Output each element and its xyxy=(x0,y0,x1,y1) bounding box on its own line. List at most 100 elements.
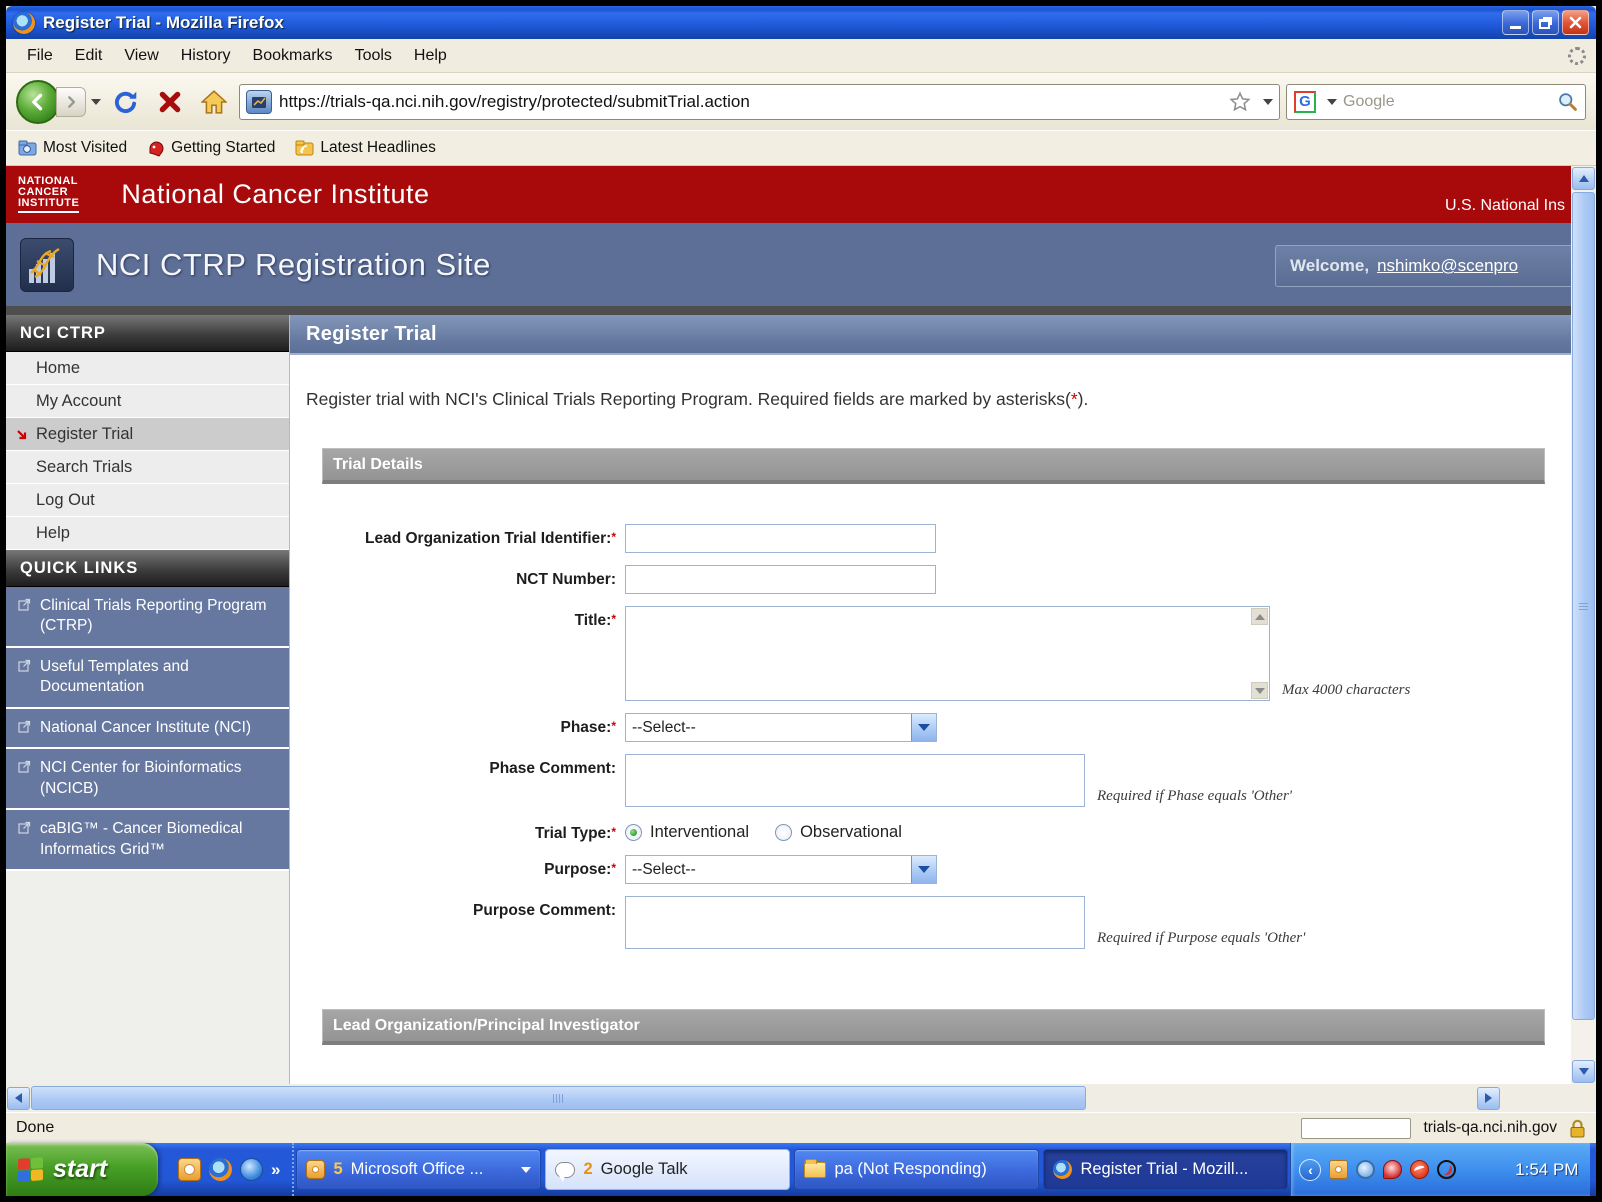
bookmark-latest-headlines[interactable]: Latest Headlines xyxy=(295,139,436,157)
vertical-scroll-thumb[interactable] xyxy=(1572,192,1595,1020)
phase-comment-field[interactable] xyxy=(625,754,1085,807)
ssl-padlock-icon xyxy=(1570,1119,1585,1137)
start-button[interactable]: start xyxy=(6,1143,158,1196)
purpose-select[interactable]: --Select-- xyxy=(625,855,937,884)
quicklaunch-overflow-chevron[interactable]: » xyxy=(271,1160,280,1180)
horizontal-scrollbar[interactable] xyxy=(6,1084,1596,1112)
back-button[interactable] xyxy=(16,79,60,124)
home-button[interactable] xyxy=(195,83,233,121)
welcome-user-link[interactable]: nshimko@scenpro xyxy=(1377,256,1518,276)
sidebar-item-register-trial[interactable]: Register Trial xyxy=(6,418,289,451)
phase-select-arrow-icon[interactable] xyxy=(911,714,936,741)
sidebar: NCI CTRP Home My Account Register Trial … xyxy=(6,315,290,1084)
throbber-icon xyxy=(1568,46,1586,65)
stop-button[interactable] xyxy=(151,83,189,121)
tray-talk-icon[interactable] xyxy=(1383,1160,1403,1179)
nct-number-field[interactable] xyxy=(625,565,936,594)
outlook-icon xyxy=(306,1160,326,1179)
quick-link-ncicb[interactable]: NCI Center for Bioinformatics (NCICB) xyxy=(6,749,289,811)
quick-link-ctrp[interactable]: Clinical Trials Reporting Program (CTRP) xyxy=(6,587,289,648)
taskbar-button-google-talk[interactable]: 2 Google Talk xyxy=(545,1149,791,1190)
search-engine-dropdown-icon[interactable] xyxy=(1327,98,1337,105)
taskbar-button-register-trial[interactable]: Register Trial - Mozill... xyxy=(1043,1149,1289,1190)
scroll-right-icon[interactable] xyxy=(1477,1086,1500,1110)
minimize-button[interactable] xyxy=(1502,10,1529,35)
sidebar-item-home[interactable]: Home xyxy=(6,352,289,385)
close-button[interactable] xyxy=(1562,10,1589,35)
system-tray: ‹ 1:54 PM xyxy=(1290,1143,1591,1196)
search-magnifier-icon[interactable] xyxy=(1557,91,1578,112)
purpose-select-arrow-icon[interactable] xyxy=(911,856,936,883)
menu-edit[interactable]: Edit xyxy=(64,43,114,69)
bookmark-star-icon[interactable] xyxy=(1229,90,1251,113)
trial-type-observational-radio[interactable] xyxy=(775,824,793,841)
scroll-up-icon[interactable] xyxy=(1572,167,1595,190)
taskbar-button-pa-folder[interactable]: pa (Not Responding) xyxy=(794,1149,1040,1190)
menu-tools[interactable]: Tools xyxy=(344,43,403,69)
search-bar[interactable]: G xyxy=(1286,83,1586,120)
forward-button[interactable] xyxy=(56,86,86,117)
restore-button[interactable] xyxy=(1532,10,1559,35)
sidebar-item-help[interactable]: Help xyxy=(6,517,289,550)
windows-flag-icon xyxy=(18,1156,44,1183)
textarea-scroll-up-icon[interactable] xyxy=(1251,608,1268,625)
tray-magnifier-icon[interactable] xyxy=(1356,1160,1376,1179)
horizontal-scroll-thumb[interactable] xyxy=(31,1086,1086,1110)
phase-label: Phase:* xyxy=(560,719,616,736)
menu-view[interactable]: View xyxy=(113,43,169,69)
phase-comment-label: Phase Comment: xyxy=(489,760,616,777)
site-title: NCI CTRP Registration Site xyxy=(96,246,491,282)
scroll-down-icon[interactable] xyxy=(1572,1060,1595,1083)
scroll-left-icon[interactable] xyxy=(7,1086,30,1110)
bookmark-getting-started[interactable]: Getting Started xyxy=(147,139,275,157)
sidebar-item-search-trials[interactable]: Search Trials xyxy=(6,451,289,484)
tray-outlook-icon[interactable] xyxy=(1329,1160,1349,1179)
menu-history[interactable]: History xyxy=(170,43,242,69)
purpose-comment-field[interactable] xyxy=(625,896,1085,949)
site-banner: NCI CTRP Registration Site Welcome, nshi… xyxy=(6,223,1571,306)
lead-org-id-field[interactable] xyxy=(625,524,936,553)
textarea-scroll-down-icon[interactable] xyxy=(1251,682,1268,699)
reload-button[interactable] xyxy=(107,83,145,121)
quick-link-templates[interactable]: Useful Templates and Documentation xyxy=(6,647,289,709)
nci-header-title: National Cancer Institute xyxy=(121,179,430,209)
outlook-quicklaunch-icon[interactable] xyxy=(178,1158,201,1181)
menu-help[interactable]: Help xyxy=(403,43,458,69)
taskbar-button-office-group[interactable]: 5 Microsoft Office ... xyxy=(296,1149,542,1190)
quick-link-cabig[interactable]: caBIG™ - Cancer Biomedical Informatics G… xyxy=(6,810,289,872)
firefox-quicklaunch-icon[interactable] xyxy=(209,1158,232,1181)
horizontal-scroll-track[interactable] xyxy=(31,1086,1476,1110)
menu-file[interactable]: File xyxy=(16,43,64,69)
site-favicon-icon xyxy=(246,89,272,114)
external-link-icon xyxy=(18,821,31,834)
quick-link-nci[interactable]: National Cancer Institute (NCI) xyxy=(6,708,289,750)
messenger-quicklaunch-icon[interactable] xyxy=(240,1158,263,1181)
sidebar-item-log-out[interactable]: Log Out xyxy=(6,484,289,517)
bookmark-most-visited[interactable]: Most Visited xyxy=(18,139,127,157)
purpose-label: Purpose:* xyxy=(544,861,616,878)
tray-app-icon[interactable] xyxy=(1437,1160,1457,1179)
google-engine-icon[interactable]: G xyxy=(1294,90,1316,113)
welcome-label: Welcome, xyxy=(1290,256,1370,275)
menu-bookmarks[interactable]: Bookmarks xyxy=(242,43,344,69)
trial-type-interventional-radio[interactable] xyxy=(625,824,642,841)
forward-arrow-icon xyxy=(68,95,76,108)
window-titlebar: Register Trial - Mozilla Firefox xyxy=(6,6,1596,39)
phase-select[interactable]: --Select-- xyxy=(625,713,937,742)
section-lead-organization: Lead Organization/Principal Investigator xyxy=(322,1009,1545,1045)
tray-antivirus-icon[interactable] xyxy=(1410,1160,1430,1179)
url-dropdown-icon[interactable] xyxy=(1263,98,1273,105)
history-dropdown-icon[interactable] xyxy=(91,98,101,105)
trial-details-form: Lead Organization Trial Identifier:* NCT… xyxy=(290,524,1571,961)
folder-icon xyxy=(804,1158,827,1178)
search-input[interactable] xyxy=(1343,92,1551,111)
sidebar-item-my-account[interactable]: My Account xyxy=(6,385,289,418)
url-bar[interactable] xyxy=(239,83,1280,120)
nci-red-header: NATIONAL CANCER INSTITUTE National Cance… xyxy=(6,166,1571,223)
external-link-icon xyxy=(18,659,31,672)
title-field[interactable] xyxy=(625,606,1270,701)
nci-logo[interactable]: NATIONAL CANCER INSTITUTE xyxy=(18,176,80,213)
url-input[interactable] xyxy=(279,91,1222,112)
tray-collapse-chevron-icon[interactable]: ‹ xyxy=(1299,1158,1322,1181)
vertical-scrollbar[interactable] xyxy=(1571,166,1596,1084)
